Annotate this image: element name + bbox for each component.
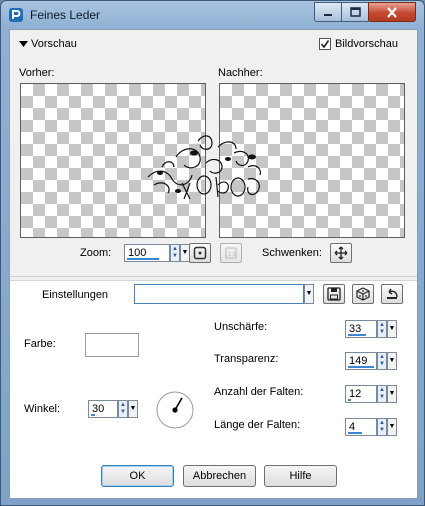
fold-length-label: Länge der Falten:: [214, 419, 301, 431]
zoom-label: Zoom:: [80, 247, 112, 259]
blur-dropdown[interactable]: ▼: [387, 320, 397, 338]
save-preset-button[interactable]: [323, 284, 345, 304]
settings-label: Einstellungen: [42, 289, 109, 301]
fold-length-spinner[interactable]: ▲ ▼: [377, 418, 387, 436]
fold-length-underline: [348, 432, 362, 434]
fold-length-dropdown[interactable]: ▼: [387, 418, 397, 436]
chevron-down-icon: ▼: [388, 325, 396, 332]
svg-text:1:1: 1:1: [228, 252, 237, 258]
blur-underline: [348, 334, 366, 336]
folds-dropdown[interactable]: ▼: [387, 385, 397, 403]
ok-button[interactable]: OK: [101, 465, 174, 487]
dialog-client: Vorschau Bildvorschau Vorher: Nachher: Z…: [9, 29, 418, 499]
transparency-label: Transparenz:: [214, 353, 279, 365]
transparency-input[interactable]: 149: [345, 352, 377, 370]
color-label: Farbe:: [24, 338, 56, 350]
transparency-dropdown[interactable]: ▼: [387, 352, 397, 370]
bildvorschau-checkbox[interactable]: [319, 38, 331, 50]
spin-up-icon[interactable]: ▲: [172, 246, 178, 253]
window-title: Feines Leder: [30, 8, 101, 22]
spin-down-icon[interactable]: ▼: [379, 361, 385, 368]
after-label: Nachher:: [218, 67, 263, 79]
chevron-down-icon: ▼: [388, 357, 396, 364]
spin-down-icon[interactable]: ▼: [172, 253, 178, 260]
spin-up-icon[interactable]: ▲: [379, 354, 385, 361]
spin-down-icon[interactable]: ▼: [120, 409, 126, 416]
color-swatch[interactable]: [85, 333, 139, 357]
dice-icon: [356, 287, 370, 301]
zoom-fit-button[interactable]: [189, 243, 211, 263]
zoom-underline: [127, 258, 159, 260]
zoom-fit-icon: [193, 246, 207, 260]
folds-label: Anzahl der Falten:: [214, 386, 304, 398]
chevron-down-icon: ▼: [305, 290, 313, 297]
spin-up-icon[interactable]: ▲: [379, 387, 385, 394]
angle-dropdown[interactable]: ▼: [128, 400, 138, 418]
before-label: Vorher:: [19, 67, 55, 79]
chevron-down-icon: ▼: [388, 423, 396, 430]
spin-down-icon[interactable]: ▼: [379, 329, 385, 336]
save-icon: [327, 287, 341, 301]
title-bar[interactable]: Feines Leder: [1, 1, 424, 29]
doodle-artwork-image: [147, 135, 261, 200]
spin-down-icon[interactable]: ▼: [379, 394, 385, 401]
angle-input[interactable]: 30: [88, 400, 118, 418]
zoom-input[interactable]: 100: [124, 244, 170, 262]
blur-input[interactable]: 33: [345, 320, 377, 338]
reset-arrow-icon: [387, 288, 398, 299]
bildvorschau-label[interactable]: Bildvorschau: [335, 38, 398, 50]
spin-up-icon[interactable]: ▲: [379, 322, 385, 329]
spin-up-icon[interactable]: ▲: [120, 402, 126, 409]
zoom-actual-icon: 1:1: [225, 247, 237, 259]
checkmark-icon: [320, 40, 330, 49]
chevron-down-icon: ▼: [181, 249, 189, 256]
preset-dropdown[interactable]: ▼: [304, 284, 314, 304]
angle-underline: [91, 414, 95, 416]
separator: [10, 276, 417, 277]
preset-combo[interactable]: [134, 284, 304, 304]
folds-underline: [348, 399, 351, 401]
pan-label: Schwenken:: [262, 247, 322, 259]
spin-up-icon[interactable]: ▲: [379, 420, 385, 427]
randomize-button[interactable]: [352, 284, 374, 304]
close-button[interactable]: [368, 2, 416, 22]
pan-button[interactable]: [330, 243, 352, 263]
transparency-underline: [348, 366, 374, 368]
folds-input[interactable]: 12: [345, 385, 377, 403]
angle-label: Winkel:: [24, 403, 61, 415]
blur-spinner[interactable]: ▲ ▼: [377, 320, 387, 338]
preview-section-label[interactable]: Vorschau: [31, 38, 77, 50]
transparency-spinner[interactable]: ▲ ▼: [377, 352, 387, 370]
maximize-icon: [349, 7, 361, 17]
chevron-down-icon: ▼: [388, 390, 396, 397]
angle-dial[interactable]: [155, 390, 195, 430]
app-icon: [9, 8, 23, 22]
move-arrows-icon: [334, 246, 348, 260]
collapse-triangle-icon[interactable]: [19, 41, 28, 48]
zoom-actual-button[interactable]: 1:1: [220, 243, 242, 263]
minimize-button[interactable]: [314, 2, 342, 22]
minimize-icon: [324, 14, 332, 16]
angle-spinner[interactable]: ▲ ▼: [118, 400, 128, 418]
maximize-button[interactable]: [341, 2, 369, 22]
help-button[interactable]: Hilfe: [264, 465, 337, 487]
spin-down-icon[interactable]: ▼: [379, 427, 385, 434]
cancel-button[interactable]: Abbrechen: [183, 465, 256, 487]
close-icon: [387, 6, 397, 18]
dialog-window: Feines Leder Vorschau Bildvorschau Vorhe…: [0, 0, 425, 506]
reset-button[interactable]: [381, 284, 403, 304]
chevron-down-icon: ▼: [129, 405, 137, 412]
blur-label: Unschärfe:: [214, 321, 268, 333]
folds-spinner[interactable]: ▲ ▼: [377, 385, 387, 403]
zoom-spinner[interactable]: ▲ ▼: [170, 244, 180, 262]
fold-length-input[interactable]: 4: [345, 418, 377, 436]
